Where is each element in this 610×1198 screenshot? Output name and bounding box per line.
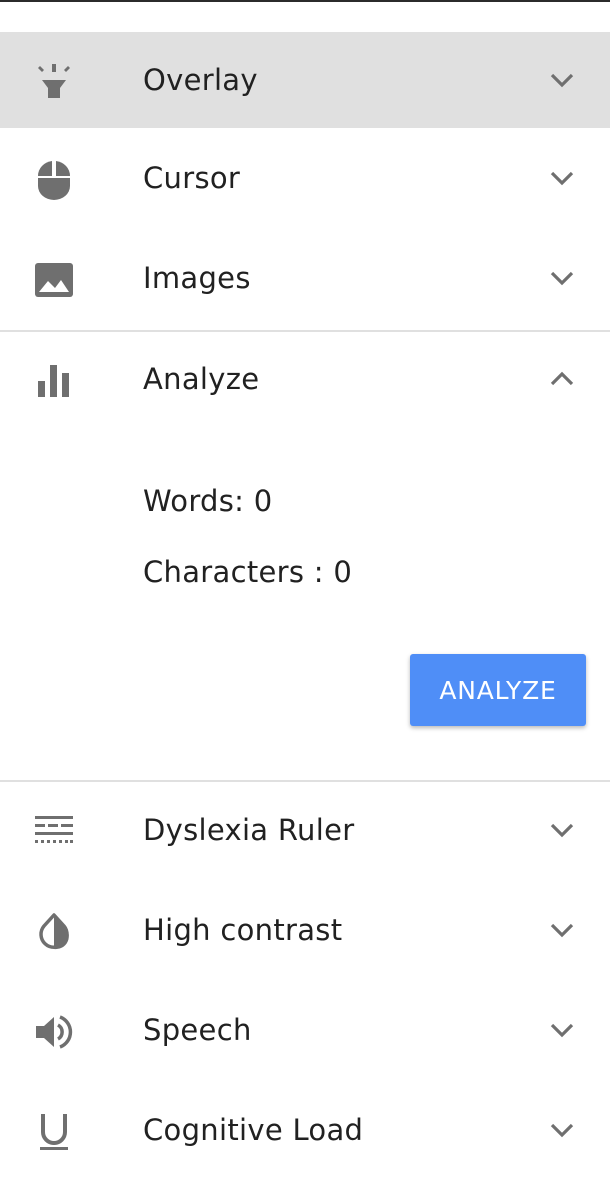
menu-item-high-contrast[interactable]: High contrast <box>0 882 610 978</box>
mouse-icon <box>34 160 74 200</box>
menu-item-label: Cognitive Load <box>143 1113 364 1147</box>
menu-item-images[interactable]: Images <box>0 230 610 326</box>
menu-item-dyslexia-ruler[interactable]: Dyslexia Ruler <box>0 782 610 878</box>
chevron-down-icon[interactable] <box>547 263 577 293</box>
menu-item-label: Analyze <box>143 362 260 396</box>
image-icon <box>34 260 74 300</box>
menu-item-cognitive-load[interactable]: Cognitive Load <box>0 1082 610 1178</box>
chevron-down-icon[interactable] <box>547 815 577 845</box>
ruler-lines-icon <box>34 812 74 852</box>
word-count: Words: 0 <box>143 484 273 518</box>
menu-item-overlay[interactable]: Overlay <box>0 32 610 128</box>
menu-item-label: High contrast <box>143 913 343 947</box>
underline-icon <box>34 1112 74 1152</box>
character-count: Characters : 0 <box>143 555 353 589</box>
bar-chart-icon <box>34 361 74 401</box>
analyze-button[interactable]: ANALYZE <box>410 654 586 726</box>
top-border <box>0 0 610 2</box>
chevron-down-icon[interactable] <box>547 163 577 193</box>
menu-item-label: Overlay <box>143 63 258 97</box>
chevron-down-icon[interactable] <box>547 1115 577 1145</box>
menu-item-label: Speech <box>143 1013 252 1047</box>
chevron-up-icon[interactable] <box>547 364 577 394</box>
chevron-down-icon[interactable] <box>547 915 577 945</box>
contrast-drop-icon <box>34 912 74 952</box>
speaker-icon <box>34 1012 74 1052</box>
menu-item-speech[interactable]: Speech <box>0 982 610 1078</box>
menu-item-cursor[interactable]: Cursor <box>0 130 610 226</box>
chevron-down-icon[interactable] <box>547 65 577 95</box>
menu-item-label: Dyslexia Ruler <box>143 813 355 847</box>
menu-item-label: Cursor <box>143 161 241 195</box>
chevron-down-icon[interactable] <box>547 1015 577 1045</box>
menu-item-label: Images <box>143 261 251 295</box>
menu-item-analyze[interactable]: Analyze <box>0 331 610 427</box>
flashlight-icon <box>34 62 74 102</box>
